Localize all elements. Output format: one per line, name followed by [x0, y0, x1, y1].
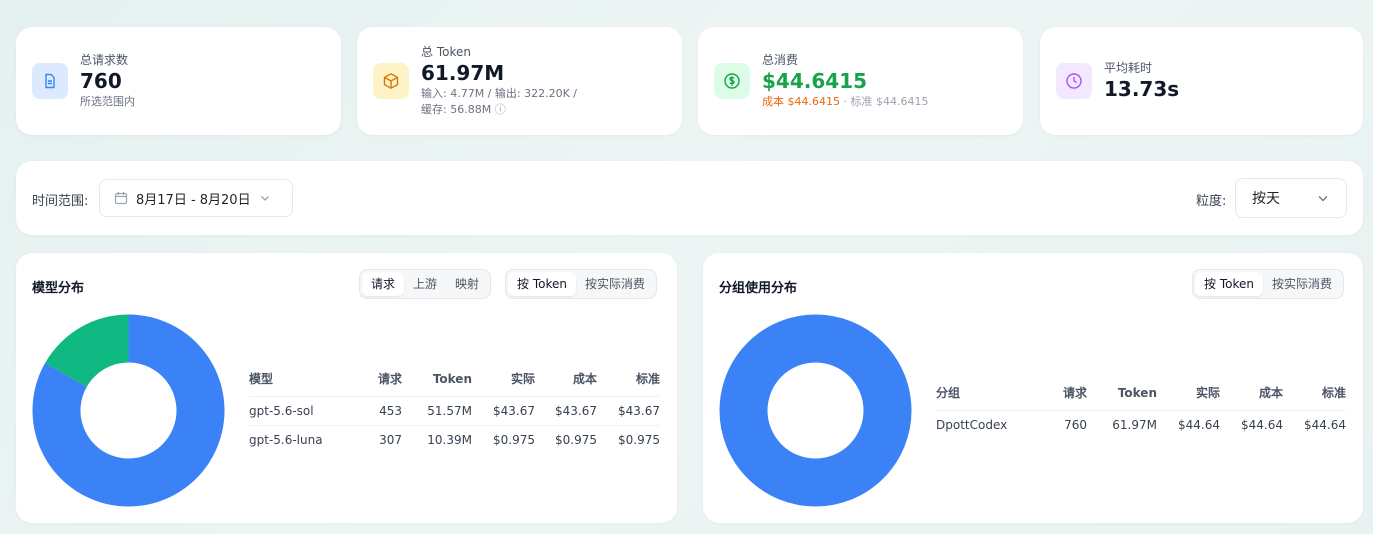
tab-upstream[interactable]: 上游	[404, 272, 446, 296]
cell-actual: $44.64	[1178, 417, 1220, 432]
cell-requests: 760	[1064, 417, 1087, 432]
panel-title: 模型分布	[32, 281, 85, 296]
stat-sub-cache: 缓存: 56.88M ⓘ	[421, 102, 577, 118]
col-token: Token	[1087, 376, 1157, 411]
stat-card-requests: 总请求数 760 所选范围内	[16, 27, 341, 135]
group-distribution-panel: 分组使用分布 按 Token 按实际消费 分组 请求 Token 实际 成本 标…	[703, 253, 1363, 523]
stat-label: 平均耗时	[1104, 61, 1153, 75]
tab-mapping[interactable]: 映射	[446, 272, 488, 296]
stat-label: 总 Token	[421, 45, 471, 59]
filter-bar: 时间范围: 8月17日 - 8月20日 粒度: 按天	[16, 161, 1363, 235]
cell-cost: $0.975	[555, 432, 597, 447]
granularity-label: 粒度:	[1196, 194, 1227, 209]
col-requests: 请求	[354, 362, 402, 397]
stat-sub: 成本 $44.6415 · 标准 $44.6415	[762, 94, 928, 110]
cell-token: 61.97M	[1112, 417, 1157, 432]
separator: ·	[839, 95, 851, 108]
chevron-down-icon	[259, 192, 271, 204]
cell-cost: $44.64	[1241, 417, 1283, 432]
tab-by-token[interactable]: 按 Token	[508, 272, 576, 296]
col-model: 模型	[249, 362, 354, 397]
cell-actual: $43.67	[472, 396, 535, 426]
cell-cost: $43.67	[535, 396, 597, 426]
stat-card-latency: 平均耗时 13.73s	[1040, 27, 1363, 135]
stat-value: $44.6415	[762, 69, 868, 93]
clock-icon	[1056, 63, 1092, 99]
stat-card-tokens: 总 Token 61.97M 输入: 4.77M / 输出: 322.20K /…	[357, 27, 682, 135]
stat-value: 61.97M	[421, 61, 505, 85]
cell-actual: $0.975	[493, 432, 535, 447]
col-group: 分组	[936, 376, 1041, 411]
donut-slice-dpottcodex	[719, 314, 912, 507]
metric-tabs: 按 Token 按实际消费	[505, 269, 657, 299]
cell-standard: $43.67	[597, 396, 660, 426]
stat-sub: 所选范围内	[80, 95, 135, 108]
standard-part: 标准 $44.6415	[850, 95, 929, 108]
panel-title: 分组使用分布	[719, 281, 798, 296]
col-cost: 成本	[535, 362, 597, 397]
granularity-select[interactable]: 按天	[1235, 178, 1347, 218]
cell-requests: 453	[354, 396, 402, 426]
chevron-down-icon	[1316, 191, 1330, 205]
cell-name: DpottCodex	[936, 417, 1008, 432]
group-donut-chart	[719, 314, 912, 507]
col-actual: 实际	[1157, 376, 1220, 411]
model-table: 模型 请求 Token 实际 成本 标准 gpt-5.6-sol 453 51.…	[249, 362, 660, 454]
tab-by-token[interactable]: 按 Token	[1195, 272, 1263, 296]
model-donut-chart	[32, 314, 225, 507]
calendar-icon	[114, 191, 128, 205]
tab-requests[interactable]: 请求	[362, 272, 405, 296]
tab-by-actual-cost[interactable]: 按实际消费	[1263, 272, 1341, 296]
col-standard: 标准	[597, 362, 660, 397]
table-row: gpt-5.6-luna 307 10.39M $0.975 $0.975 $0…	[249, 425, 660, 454]
metric-tabs: 按 Token 按实际消费	[1192, 269, 1344, 299]
table-row: gpt-5.6-sol 453 51.57M $43.67 $43.67 $43…	[249, 396, 660, 426]
cache-value: 缓存: 56.88M	[421, 103, 492, 116]
cell-name: gpt-5.6-luna	[249, 432, 323, 447]
cell-requests: 307	[379, 432, 402, 447]
stat-label: 总请求数	[80, 53, 129, 67]
col-token: Token	[402, 362, 472, 397]
table-row: DpottCodex 760 61.97M $44.64 $44.64 $44.…	[936, 410, 1346, 439]
cell-name: gpt-5.6-sol	[249, 396, 354, 426]
group-table: 分组 请求 Token 实际 成本 标准 DpottCodex 760 61.9…	[936, 376, 1346, 439]
cost-part: 成本 $44.6415	[762, 95, 840, 108]
stat-card-cost: 总消费 $44.6415 成本 $44.6415 · 标准 $44.6415	[698, 27, 1023, 135]
model-distribution-panel: 模型分布 请求 上游 映射 按 Token 按实际消费 模型 请求 Token …	[16, 253, 677, 523]
cell-token: 51.57M	[402, 396, 472, 426]
date-range-picker[interactable]: 8月17日 - 8月20日	[99, 179, 293, 217]
cell-standard: $44.64	[1304, 417, 1346, 432]
col-requests: 请求	[1041, 376, 1087, 411]
dollar-icon	[714, 63, 750, 99]
cell-standard: $0.975	[618, 432, 660, 447]
view-tabs: 请求 上游 映射	[359, 269, 492, 299]
stat-sub-io: 输入: 4.77M / 输出: 322.20K /	[421, 87, 577, 100]
table-header: 分组 请求 Token 实际 成本 标准	[936, 376, 1346, 411]
info-icon[interactable]: ⓘ	[495, 103, 506, 116]
cube-icon	[373, 63, 409, 99]
time-range-label: 时间范围:	[32, 194, 89, 209]
granularity-value: 按天	[1252, 191, 1280, 207]
date-range-value: 8月17日 - 8月20日	[136, 192, 251, 208]
stat-label: 总消费	[762, 53, 799, 67]
table-header: 模型 请求 Token 实际 成本 标准	[249, 362, 660, 397]
document-icon	[32, 63, 68, 99]
col-standard: 标准	[1283, 376, 1346, 411]
stat-value: 13.73s	[1104, 77, 1180, 101]
col-cost: 成本	[1220, 376, 1283, 411]
cell-token: 10.39M	[427, 432, 472, 447]
stat-value: 760	[80, 69, 122, 93]
tab-by-actual-cost[interactable]: 按实际消费	[576, 272, 654, 296]
col-actual: 实际	[472, 362, 535, 397]
